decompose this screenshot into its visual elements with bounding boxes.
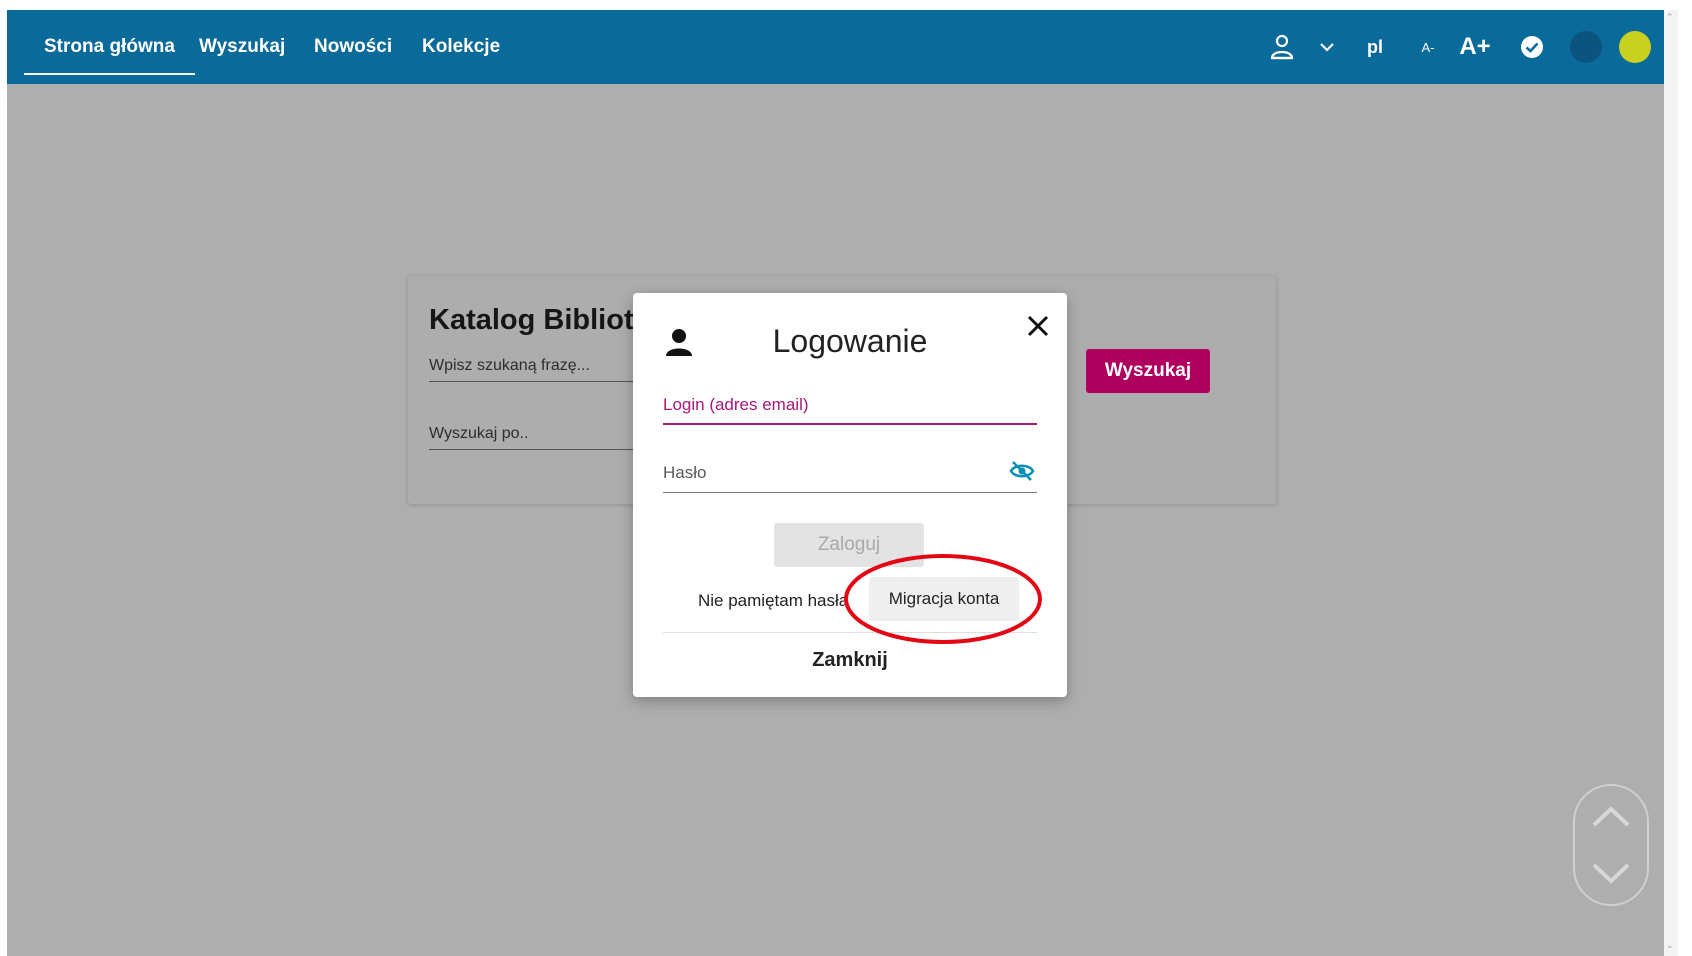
scrollbar-up-icon[interactable]: ⌃ bbox=[1666, 12, 1674, 23]
close-icon[interactable] bbox=[1023, 311, 1053, 341]
scroll-up-icon bbox=[1592, 806, 1630, 827]
chevron-down-icon[interactable] bbox=[1317, 32, 1337, 62]
language-selector[interactable]: pl bbox=[1363, 32, 1387, 62]
check-circle-icon[interactable] bbox=[1519, 32, 1545, 62]
email-field-label: Login (adres email) bbox=[663, 395, 809, 414]
dialog-title: Logowanie bbox=[772, 323, 928, 359]
password-field[interactable]: Hasło bbox=[663, 457, 1037, 493]
annotation-ellipse bbox=[844, 554, 1042, 644]
eye-off-icon[interactable] bbox=[1009, 459, 1035, 483]
catalog-title: Katalog Bibliot bbox=[429, 304, 634, 336]
scrollbar[interactable]: ⌃ ⌄ bbox=[1664, 10, 1678, 956]
search-query-input[interactable]: Wpisz szukaną frazę... bbox=[429, 351, 649, 382]
top-navigation-bar: Strona główna Wyszukaj Nowości Kolekcje … bbox=[7, 10, 1678, 84]
search-by-select[interactable]: Wyszukaj po.. bbox=[429, 419, 649, 450]
nav-new-items[interactable]: Nowości bbox=[314, 35, 392, 75]
font-smaller-button[interactable]: A- bbox=[1416, 32, 1440, 62]
nav-home[interactable]: Strona główna bbox=[24, 35, 195, 75]
search-button[interactable]: Wyszukaj bbox=[1086, 349, 1210, 393]
browser-viewport: Strona główna Wyszukaj Nowości Kolekcje … bbox=[7, 10, 1678, 956]
password-field-label: Hasło bbox=[663, 463, 707, 482]
nav-collections[interactable]: Kolekcje bbox=[422, 35, 500, 75]
nav-search[interactable]: Wyszukaj bbox=[199, 35, 285, 75]
email-field[interactable]: Login (adres email) bbox=[663, 389, 1037, 425]
theme-contrast-icon[interactable] bbox=[1618, 31, 1652, 63]
user-icon[interactable] bbox=[1269, 32, 1295, 62]
scroll-control[interactable] bbox=[1572, 783, 1650, 907]
scroll-down-icon bbox=[1592, 863, 1630, 884]
close-button[interactable]: Zamknij bbox=[633, 649, 1067, 672]
scrollbar-down-icon[interactable]: ⌄ bbox=[1666, 940, 1674, 951]
font-larger-button[interactable]: A+ bbox=[1455, 32, 1495, 62]
theme-dark-icon[interactable] bbox=[1569, 31, 1603, 63]
forgot-password-link[interactable]: Nie pamiętam hasła bbox=[698, 589, 848, 613]
